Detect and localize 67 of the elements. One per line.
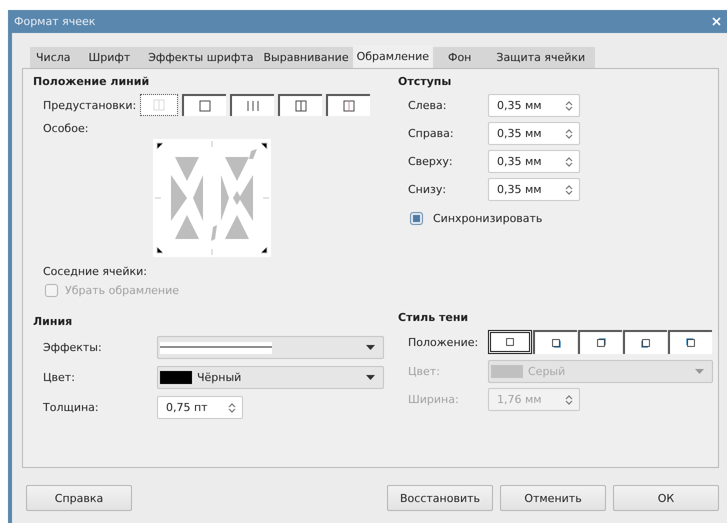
border-preset-button[interactable] — [230, 94, 274, 116]
tab[interactable]: Шрифт — [76, 47, 142, 68]
line-style-dropdown[interactable] — [157, 336, 384, 359]
shadow-position-button[interactable] — [533, 330, 577, 354]
field-label: Справа: — [407, 127, 455, 140]
no-border-icon — [153, 99, 166, 111]
window-title: Формат ячеек — [14, 15, 96, 28]
shadow-position-button[interactable] — [668, 330, 712, 354]
spin-arrows-icon[interactable] — [565, 156, 573, 168]
close-icon[interactable] — [712, 17, 721, 26]
checkbox-label: Убрать обрамление — [65, 284, 180, 297]
field-label: Положение: — [407, 336, 480, 348]
tab[interactable]: Выравнивание — [259, 47, 353, 68]
dropdown-arrow-icon[interactable] — [366, 374, 375, 380]
split-box-icon — [295, 100, 308, 112]
section-title: Положение линий — [33, 75, 150, 88]
field-label: Ширина: — [407, 393, 460, 406]
tab[interactable]: Числа — [30, 47, 77, 68]
field-label: Цвет: — [407, 365, 441, 378]
border-preset-button[interactable] — [182, 94, 226, 116]
dialog-button[interactable]: Справка — [26, 485, 132, 511]
spin-arrows-icon[interactable] — [565, 128, 573, 140]
spinbox[interactable]: 0,35 мм — [488, 178, 580, 201]
tab[interactable]: Защита ячейки — [486, 47, 596, 68]
spinbox[interactable]: 0,35 мм — [488, 94, 580, 117]
outer-border-icon — [199, 100, 212, 112]
dialog-button[interactable]: Отменить — [500, 485, 606, 511]
checkbox[interactable] — [410, 212, 423, 225]
spin-arrows-icon[interactable] — [228, 402, 236, 414]
spin-arrows-icon[interactable] — [565, 100, 573, 112]
spinbox[interactable]: 0,35 мм — [488, 122, 580, 145]
color-dropdown[interactable]: Чёрный — [157, 366, 384, 389]
split-box-icon — [343, 100, 356, 112]
spinbox[interactable]: 0,35 мм — [488, 150, 580, 173]
border-preset-button[interactable] — [326, 94, 370, 116]
shadow-position-button[interactable] — [578, 330, 622, 354]
spin-arrows-icon[interactable] — [565, 184, 573, 196]
checkbox-label: Синхронизировать — [433, 212, 542, 225]
section-title: Стиль тени — [398, 311, 470, 324]
vertical-lines-icon — [246, 100, 260, 112]
section-title: Линия — [33, 315, 74, 328]
field-label: Слева: — [407, 99, 448, 112]
shadow-box-icon — [685, 337, 697, 349]
line-style-preview-icon — [160, 342, 272, 354]
shadow-box-icon — [640, 337, 652, 349]
field-label: Снизу: — [407, 183, 448, 196]
section-title: Отступы — [398, 75, 452, 88]
field-label: Цвет: — [42, 371, 76, 384]
field-label: Сверху: — [407, 155, 454, 168]
shadow-box-icon — [595, 337, 607, 349]
width-spinbox[interactable]: 0,75 пт — [157, 396, 243, 419]
border-preset-button[interactable] — [278, 94, 322, 116]
dialog-button[interactable]: ОК — [613, 485, 719, 511]
border-preset-button[interactable] — [140, 94, 178, 116]
shadow-position-button[interactable] — [488, 330, 532, 354]
shadow-box-icon — [550, 337, 562, 349]
tab[interactable]: Эффекты шрифта — [142, 47, 260, 68]
shadow-position-button[interactable] — [623, 330, 667, 354]
field-label: Соседние ячейки: — [42, 265, 147, 278]
dialog-button[interactable]: Восстановить — [387, 485, 493, 511]
field-label: Эффекты: — [42, 341, 103, 354]
field-label: Особое: — [42, 122, 88, 135]
field-label: Толщина: — [42, 401, 100, 414]
field-label: Предустановки: — [42, 98, 136, 112]
tab[interactable]: Фон — [432, 47, 486, 68]
dropdown-arrow-icon[interactable] — [366, 344, 375, 350]
shadow-box-icon — [504, 336, 516, 348]
